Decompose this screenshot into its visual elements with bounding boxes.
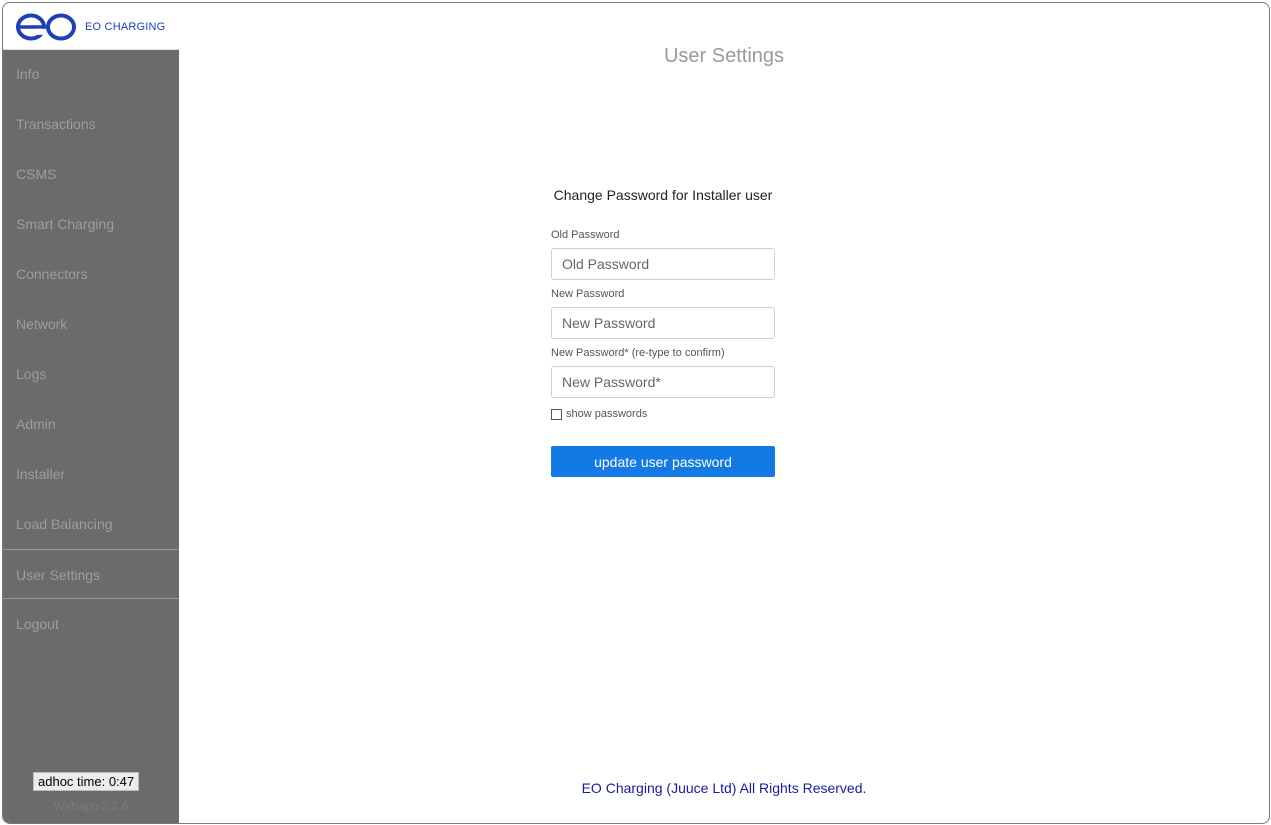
sidebar-item-smart-charging[interactable]: Smart Charging: [3, 199, 179, 249]
webapp-version: Webapp 2.2.6: [53, 799, 129, 813]
new-password-input[interactable]: [551, 307, 775, 339]
page-title: User Settings: [663, 45, 785, 67]
new-password-label: New Password: [551, 288, 625, 300]
sidebar-item-logs[interactable]: Logs: [3, 349, 179, 399]
confirm-password-input[interactable]: [551, 366, 775, 398]
sidebar-item-admin[interactable]: Admin: [3, 399, 179, 449]
main-content: User Settings Change Password for Instal…: [179, 3, 1269, 823]
confirm-password-label: New Password* (re-type to confirm): [551, 347, 725, 359]
sidebar: EO CHARGING Info Transactions CSMS Smart…: [3, 3, 179, 823]
sidebar-item-logout[interactable]: Logout: [3, 599, 179, 649]
app-window: EO CHARGING Info Transactions CSMS Smart…: [2, 2, 1270, 824]
change-password-form: Change Password for Installer user Old P…: [551, 187, 775, 477]
form-heading: Change Password for Installer user: [553, 187, 773, 203]
old-password-input[interactable]: [551, 248, 775, 280]
sidebar-item-connectors[interactable]: Connectors: [3, 249, 179, 299]
sidebar-item-network[interactable]: Network: [3, 299, 179, 349]
sidebar-item-load-balancing[interactable]: Load Balancing: [3, 499, 179, 549]
show-passwords-row: show passwords: [551, 408, 775, 420]
sidebar-nav: Info Transactions CSMS Smart Charging Co…: [3, 49, 179, 649]
sidebar-item-csms[interactable]: CSMS: [3, 149, 179, 199]
sidebar-item-installer[interactable]: Installer: [3, 449, 179, 499]
footer-copyright: EO Charging (Juuce Ltd) All Rights Reser…: [581, 780, 867, 796]
eo-logo-icon: [16, 13, 76, 41]
old-password-label: Old Password: [551, 229, 620, 241]
adhoc-time-badge: adhoc time: 0:47: [33, 772, 140, 791]
brand-header[interactable]: EO CHARGING: [3, 3, 179, 50]
sidebar-item-transactions[interactable]: Transactions: [3, 99, 179, 149]
brand-text: EO CHARGING: [85, 21, 166, 33]
sidebar-item-user-settings[interactable]: User Settings: [3, 549, 179, 599]
show-passwords-checkbox[interactable]: [551, 408, 562, 420]
update-password-button[interactable]: update user password: [551, 446, 775, 477]
show-passwords-label[interactable]: show passwords: [566, 408, 647, 420]
sidebar-item-info[interactable]: Info: [3, 49, 179, 99]
